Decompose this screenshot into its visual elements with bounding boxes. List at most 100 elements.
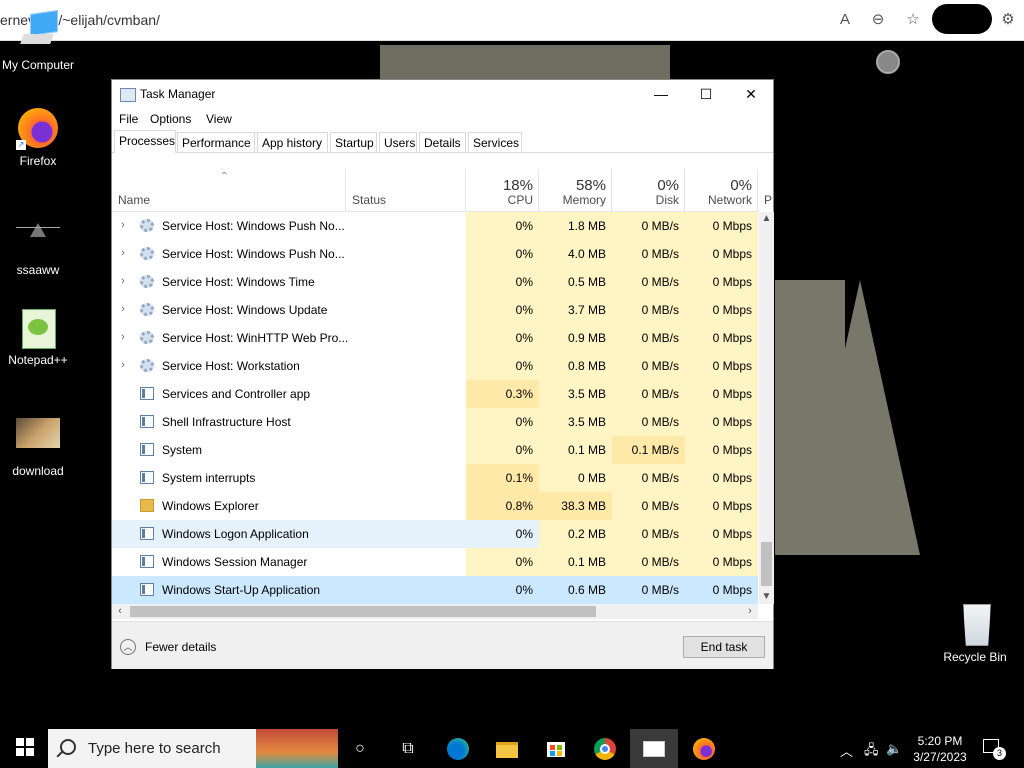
disk-cell: 0 MB/s — [641, 583, 679, 597]
cpu-cell: 0% — [466, 324, 539, 352]
desktop-icon-download[interactable]: download — [0, 416, 76, 478]
expand-chevron-icon[interactable]: › — [118, 303, 128, 315]
column-name[interactable]: Name — [118, 193, 150, 207]
process-row[interactable]: Windows Start-Up Application 0% 0.6 MB 0 MB… — [112, 576, 758, 604]
process-name: Service Host: Windows Push No... — [162, 219, 345, 233]
notification-center-icon[interactable]: 3 — [983, 739, 1006, 760]
vertical-scrollbar[interactable]: ▲ ▼ — [759, 212, 774, 604]
notepad-plus-plus-icon — [16, 305, 60, 349]
tab-details[interactable]: Details — [419, 132, 466, 152]
desktop-icon-firefox[interactable]: ↗ Firefox — [0, 106, 76, 168]
fewer-details-link[interactable]: Fewer details — [145, 640, 216, 654]
minimize-button[interactable]: — — [638, 80, 684, 108]
zoom-out-icon[interactable]: ⊖ — [868, 10, 888, 30]
process-name: System interrupts — [162, 471, 256, 485]
scrollbar-thumb[interactable] — [761, 542, 772, 586]
network-cell: 0 Mbps — [685, 492, 758, 520]
computer-icon — [16, 10, 60, 54]
end-task-button[interactable]: End task — [683, 636, 765, 658]
taskbar-search[interactable]: Type here to search — [48, 729, 338, 768]
process-row[interactable]: Windows Explorer 0.8% 38.3 MB 0 MB/s 0 Mbps — [112, 492, 758, 520]
memory-total-percent[interactable]: 58% — [539, 177, 606, 194]
chevron-up-icon[interactable]: ︿ — [120, 639, 136, 655]
edge-icon[interactable] — [447, 738, 469, 760]
column-divider[interactable] — [345, 169, 346, 211]
column-disk[interactable]: Disk — [612, 193, 679, 207]
desktop-icon-recycle-bin[interactable]: Recycle Bin — [937, 602, 1013, 664]
cortana-icon[interactable]: ○ — [349, 738, 371, 760]
menu-options[interactable]: Options — [150, 112, 191, 126]
extensions-icon[interactable]: ⚙ — [998, 10, 1018, 30]
scroll-down-icon[interactable]: ▼ — [759, 590, 774, 604]
process-row[interactable]: System 0% 0.1 MB 0.1 MB/s 0 Mbps — [112, 436, 758, 464]
horizontal-scrollbar[interactable]: ‹ › — [112, 604, 758, 619]
network-icon[interactable]: 🖧 — [864, 741, 879, 763]
process-list: › Service Host: Windows Push No... 0% 1.8 M… — [112, 212, 758, 604]
sort-arrow-icon[interactable]: ⌃ — [220, 171, 228, 182]
process-row[interactable]: System interrupts 0.1% 0 MB 0 MB/s 0 Mbps — [112, 464, 758, 492]
desktop-icon-notepadpp[interactable]: Notepad++ — [0, 305, 76, 367]
tab-startup[interactable]: Startup — [330, 132, 377, 152]
menu-file[interactable]: File — [119, 112, 138, 126]
column-memory[interactable]: Memory — [539, 193, 606, 207]
column-divider[interactable] — [757, 169, 758, 211]
task-manager-icon[interactable] — [643, 738, 665, 760]
expand-chevron-icon[interactable]: › — [118, 247, 128, 259]
menu-view[interactable]: View — [206, 112, 232, 126]
process-name: System — [162, 443, 203, 457]
profile-avatar[interactable] — [932, 4, 992, 34]
expand-chevron-icon[interactable]: › — [118, 275, 128, 287]
process-row[interactable]: Windows Session Manager 0% 0.1 MB 0 MB/s 0 M… — [112, 548, 758, 576]
process-row[interactable]: › Service Host: Workstation 0% 0.8 MB 0 MB/s… — [112, 352, 758, 380]
process-row[interactable]: › Service Host: Windows Push No... 0% 1.8 M… — [112, 212, 758, 240]
tab-app-history[interactable]: App history — [257, 132, 328, 152]
tab-performance[interactable]: Performance — [177, 132, 255, 152]
remote-status-icon — [876, 50, 900, 74]
process-row[interactable]: › Service Host: Windows Time 0% 0.5 MB 0 MB/… — [112, 268, 758, 296]
windows-start-icon[interactable] — [14, 738, 36, 760]
disk-cell: 0 MB/s — [612, 464, 685, 492]
clock[interactable]: 5:20 PM 3/27/2023 — [905, 733, 975, 765]
process-name: Service Host: WinHTTP Web Pro... — [162, 331, 348, 345]
process-row[interactable]: Services and Controller app 0.3% 3.5 MB 0 M… — [112, 380, 758, 408]
tab-users[interactable]: Users — [379, 132, 417, 152]
desktop-icon-ssaaww[interactable]: ssaaww — [0, 215, 76, 277]
firefox-icon[interactable] — [693, 738, 715, 760]
process-row[interactable]: › Service Host: WinHTTP Web Pro... 0% 0.9 M… — [112, 324, 758, 352]
expand-chevron-icon[interactable]: › — [118, 219, 128, 231]
column-network[interactable]: Network — [685, 193, 752, 207]
scroll-right-icon[interactable]: › — [742, 604, 758, 619]
task-view-icon[interactable]: ⧉ — [397, 738, 419, 760]
chrome-icon[interactable] — [594, 738, 616, 760]
column-cpu[interactable]: CPU — [466, 193, 533, 207]
desktop-icon-my-computer[interactable]: My Computer — [0, 10, 76, 72]
volume-icon[interactable]: 🔈 — [886, 741, 902, 757]
column-power-partial[interactable]: P — [764, 193, 774, 207]
process-row[interactable]: Shell Infrastructure Host 0% 3.5 MB 0 MB/s 0… — [112, 408, 758, 436]
scroll-left-icon[interactable]: ‹ — [112, 604, 128, 619]
expand-chevron-icon[interactable]: › — [118, 331, 128, 343]
cpu-total-percent[interactable]: 18% — [466, 177, 533, 194]
search-highlight-image[interactable] — [256, 729, 338, 768]
show-hidden-icons-chevron-icon[interactable]: ︿ — [840, 741, 853, 760]
maximize-button[interactable]: ☐ — [683, 80, 729, 108]
close-button[interactable]: ✕ — [728, 80, 774, 108]
tab-services[interactable]: Services — [468, 132, 522, 152]
column-status[interactable]: Status — [352, 193, 386, 207]
process-row[interactable]: › Service Host: Windows Update 0% 3.7 MB 0 M… — [112, 296, 758, 324]
process-row[interactable]: Windows Logon Application 0% 0.2 MB 0 MB/s 0… — [112, 520, 758, 548]
network-total-percent[interactable]: 0% — [685, 177, 752, 194]
read-aloud-icon[interactable]: A — [835, 10, 855, 30]
process-row[interactable]: › Service Host: Windows Push No... 0% 4.0 M… — [112, 240, 758, 268]
scrollbar-thumb[interactable] — [130, 606, 596, 617]
scroll-up-icon[interactable]: ▲ — [759, 212, 774, 226]
browser-address-bar[interactable]: ernev om/~elijah/cvmban/ A ⊖ ☆ ⚙ — [0, 0, 1024, 41]
disk-total-percent[interactable]: 0% — [612, 177, 679, 194]
desktop-icon-label: Recycle Bin — [943, 650, 1007, 664]
expand-chevron-icon[interactable]: › — [118, 359, 128, 371]
favorites-icon[interactable]: ☆ — [903, 10, 923, 30]
title-bar[interactable]: Task Manager — ☐ ✕ — [112, 80, 773, 108]
file-explorer-icon[interactable] — [496, 738, 518, 760]
tab-processes[interactable]: Processes — [114, 130, 176, 153]
store-icon[interactable] — [545, 738, 567, 760]
